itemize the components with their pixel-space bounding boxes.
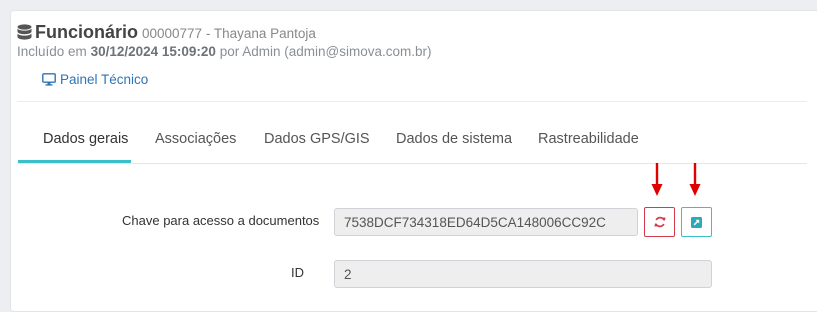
- open-documents-button[interactable]: [681, 207, 712, 237]
- included-prefix: Incluído em: [17, 44, 87, 59]
- regenerate-key-button[interactable]: [644, 207, 675, 237]
- tab-dados-de-sistema[interactable]: Dados de sistema: [396, 131, 512, 147]
- database-icon: [17, 24, 32, 46]
- id-field[interactable]: 2: [334, 260, 712, 288]
- monitor-icon: [42, 73, 56, 86]
- access-key-label: Chave para acesso a documentos: [122, 213, 320, 228]
- tab-associacoes[interactable]: Associações: [155, 131, 236, 147]
- included-by: Admin (admin@simova.com.br): [242, 44, 432, 59]
- access-key-field[interactable]: 7538DCF734318ED64D5CA148006CC92C: [334, 208, 638, 236]
- annotation-arrow-down-icon: [651, 163, 663, 196]
- id-label: ID: [291, 265, 304, 280]
- annotation-arrow-down-icon: [689, 163, 701, 196]
- painel-tecnico-label: Painel Técnico: [60, 72, 149, 87]
- refresh-icon: [653, 216, 666, 228]
- record-audit-line: Incluído em 30/12/2024 15:09:20 por Admi…: [17, 44, 431, 59]
- page-header: Funcionário 00000777 - Thayana Pantoja: [17, 22, 316, 46]
- external-link-icon: [691, 216, 702, 228]
- tab-rastreabilidade[interactable]: Rastreabilidade: [538, 131, 639, 147]
- included-date: 30/12/2024 15:09:20: [90, 44, 216, 59]
- painel-tecnico-link[interactable]: Painel Técnico: [42, 72, 148, 87]
- tab-dados-gps-gis[interactable]: Dados GPS/GIS: [264, 131, 370, 147]
- included-by-prefix: por: [219, 44, 240, 59]
- header-divider: [17, 101, 807, 102]
- page-title: Funcionário: [35, 22, 138, 42]
- tab-dados-gerais[interactable]: Dados gerais: [43, 131, 128, 147]
- record-code-name: 00000777 - Thayana Pantoja: [142, 26, 316, 41]
